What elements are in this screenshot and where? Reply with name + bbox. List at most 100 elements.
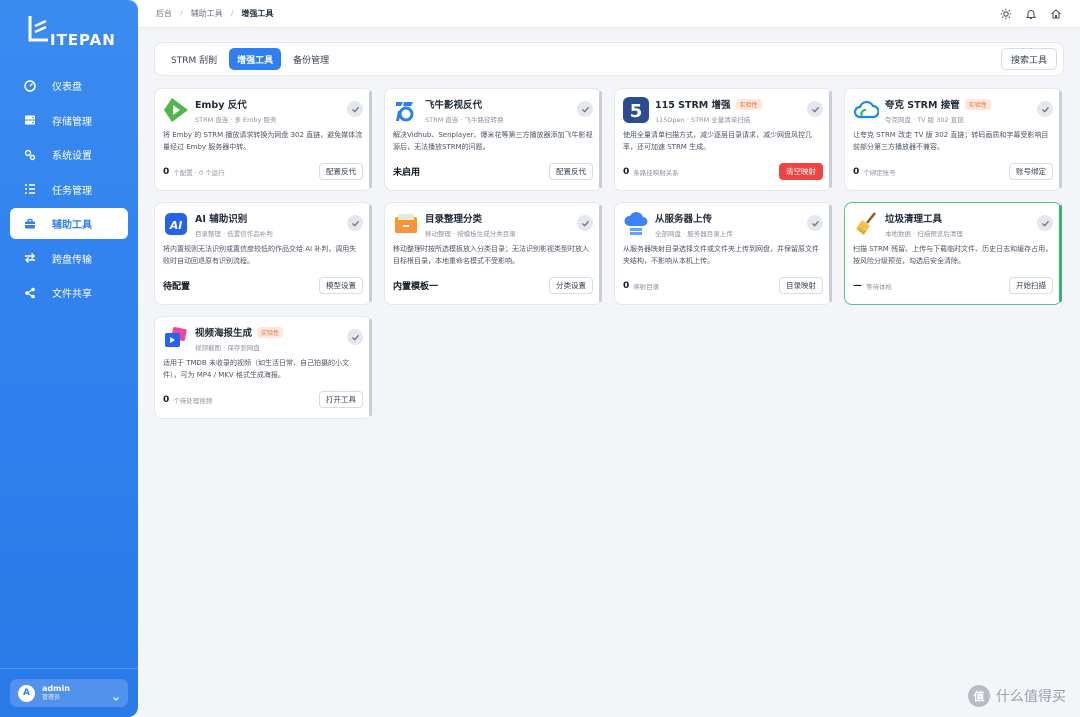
card-header: Emby 反代 STRM 直连 · 多 Emby 服务 <box>163 97 363 124</box>
card-action-button[interactable]: 开始扫描 <box>1009 277 1053 294</box>
card-action-button[interactable]: 目录映射 <box>779 277 823 294</box>
sidebar-nav: 仪表盘 存储管理 系统设置 任务管理 辅助工具 跨盘传输 文件共享 <box>10 70 128 312</box>
sidebar-item-label: 跨盘传输 <box>52 254 92 266</box>
card-description: 扫描 STRM 残留、上传与下载临时文件、历史日志和缓存占用，按风险分级预览，勾… <box>853 245 1053 265</box>
card-footer: 0 个待处理视频 打开工具 <box>163 391 363 408</box>
tool-card[interactable]: 视频海报生成 实验性 视频截图 · 保存到网盘 适用于 TMDB 未收录的视频（如生活… <box>154 316 372 419</box>
check-icon[interactable] <box>1037 101 1053 117</box>
user-name: admin <box>42 684 70 693</box>
card-count-label: 等待体检 <box>866 282 892 291</box>
avatar: A <box>18 684 35 702</box>
check-icon[interactable] <box>577 101 593 117</box>
tool-card[interactable]: Emby 反代 STRM 直连 · 多 Emby 服务将 Emby 的 STRM … <box>154 88 372 191</box>
search-tools-button[interactable]: 搜索工具 <box>1000 48 1057 70</box>
sidebar-item-settings[interactable]: 系统设置 <box>10 139 128 170</box>
card-title: 从服务器上传 <box>655 214 713 225</box>
card-title-row: 视频海报生成 实验性 <box>195 325 284 339</box>
breadcrumb-item[interactable]: 辅助工具 <box>191 8 223 19</box>
card-heading: 从服务器上传全部网盘 · 服务器目录上传 <box>655 211 733 238</box>
check-icon[interactable] <box>577 215 593 231</box>
tool-card[interactable]: 5 115 STRM 增强 实验性 115Open · STRM 全量清单扫描使用全量… <box>614 88 832 191</box>
tab-strm-scrape[interactable]: STRM 刮削 <box>163 48 225 70</box>
sidebar-item-tasks[interactable]: 任务管理 <box>10 174 128 205</box>
tool-card[interactable]: 垃圾清理工具 本地数据 · 扫描预览后清理扫描 STRM 残留、上传与下载临时文件… <box>844 202 1062 305</box>
card-footer: 0 个配置 · 0 个运行 配置反代 <box>163 163 363 180</box>
card-title-row: Emby 反代 <box>195 97 277 111</box>
card-title-row: 飞牛影视反代 <box>425 97 504 111</box>
card-title-row: 夸克 STRM 接管 实验性 <box>885 97 991 111</box>
logo-mark-icon <box>28 16 48 42</box>
card-subtitle: 全部网盘 · 服务器目录上传 <box>655 230 733 238</box>
card-title: Emby 反代 <box>195 100 247 111</box>
breadcrumb: 后台 / 辅助工具 / 增强工具 <box>156 8 273 19</box>
card-subtitle: 本地数据 · 扫描预览后清理 <box>885 230 963 238</box>
card-footer: 0 个绑定账号 账号绑定 <box>853 163 1053 180</box>
card-description: 将 Emby 的 STRM 播放请求转换为网盘 302 直链，避免媒体流量经过 … <box>163 131 363 151</box>
watermark-logo: 值 <box>968 685 990 707</box>
sidebar-item-transfer[interactable]: 跨盘传输 <box>10 243 128 274</box>
experimental-badge: 实验性 <box>964 98 991 110</box>
card-header: 飞牛影视反代 STRM 直连 · 飞牛路径转换 <box>393 97 593 124</box>
check-icon[interactable] <box>807 215 823 231</box>
card-description: 从服务器映射目录选择文件或文件夹上传到网盘，并保留原文件夹结构，不影响从本机上传… <box>623 245 819 265</box>
card-header: 夸克 STRM 接管 实验性 夸克网盘 · TV 版 302 直链 <box>853 97 1053 124</box>
card-action-button[interactable]: 配置反代 <box>549 163 593 180</box>
tool-card[interactable]: 目录整理分类 移动整理 · 按模板生成分类目录 移动整理时按所选模板放入分类目录；无… <box>384 202 602 305</box>
tool-card[interactable]: 飞牛影视反代 STRM 直连 · 飞牛路径转换 解决Vidhub、Senplayer… <box>384 88 602 191</box>
sidebar-item-dashboard[interactable]: 仪表盘 <box>10 70 128 101</box>
tab-enhance-tools[interactable]: 增强工具 <box>229 48 282 70</box>
card-title: 视频海报生成 <box>195 328 253 339</box>
card-subtitle: STRM 直连 · 飞牛路径转换 <box>425 116 504 124</box>
sidebar-item-share[interactable]: 文件共享 <box>10 277 128 308</box>
card-header: 垃圾清理工具 本地数据 · 扫描预览后清理 <box>853 211 1053 238</box>
sun-icon[interactable] <box>1000 8 1012 20</box>
experimental-badge: 实验性 <box>257 326 284 338</box>
card-count: 0 <box>163 394 170 405</box>
check-icon[interactable] <box>807 101 823 117</box>
experimental-badge: 实验性 <box>735 98 762 110</box>
tool-card[interactable]: AI AI 辅助识别 目录整理 · 低置信作品补判 将内置规则无法识别或置信度较低的作… <box>154 202 372 305</box>
card-description: 适用于 TMDB 未收录的视频（如生活日常、自己拍摄的小文件），可为 MP4 /… <box>163 359 349 379</box>
top-bar: 后台 / 辅助工具 / 增强工具 <box>138 0 1080 28</box>
bell-icon[interactable] <box>1025 8 1037 20</box>
card-header: 5 115 STRM 增强 实验性 115Open · STRM 全量清单扫描 <box>623 97 823 124</box>
card-heading: 夸克 STRM 接管 实验性 夸克网盘 · TV 版 302 直链 <box>885 97 991 124</box>
card-header: 目录整理分类 移动整理 · 按模板生成分类目录 <box>393 211 593 238</box>
watermark: 值 什么值得买 <box>968 685 1066 707</box>
card-description: 让夸克 STRM 改走 TV 版 302 直链；转码画质和字幕受影响目前部分第三… <box>853 131 1049 151</box>
sidebar-divider <box>0 668 138 669</box>
sidebar-item-tools[interactable]: 辅助工具 <box>10 208 128 239</box>
sidebar: ITEPAN 仪表盘 存储管理 系统设置 任务管理 辅助工具 跨盘传输 文件共享… <box>0 0 138 717</box>
card-title: 夸克 STRM 接管 <box>885 100 960 111</box>
tool-tabs: STRM 刮削 增强工具 备份管理 搜索工具 <box>154 42 1064 76</box>
home-icon[interactable] <box>1050 8 1062 20</box>
breadcrumb-item[interactable]: 后台 <box>156 8 172 19</box>
breadcrumb-separator: / <box>180 9 183 18</box>
check-icon[interactable] <box>347 329 363 345</box>
card-description: 使用全量清单扫描方式，减少逐层目录请求，减少网盘风控几率，还可加速 STRM 生… <box>623 131 812 151</box>
card-action-button[interactable]: 配置反代 <box>319 163 363 180</box>
poster-icon <box>163 325 189 351</box>
check-icon[interactable] <box>347 101 363 117</box>
brand-logo[interactable]: ITEPAN <box>26 14 116 50</box>
check-icon[interactable] <box>1037 215 1053 231</box>
card-action-button[interactable]: 打开工具 <box>319 391 363 408</box>
card-footer: 0 映射目录 目录映射 <box>623 277 823 294</box>
tab-backup[interactable]: 备份管理 <box>285 48 337 70</box>
sidebar-item-label: 存储管理 <box>52 116 92 128</box>
card-heading: Emby 反代 STRM 直连 · 多 Emby 服务 <box>195 97 277 124</box>
card-action-button[interactable]: 分类设置 <box>549 277 593 294</box>
sidebar-item-storage[interactable]: 存储管理 <box>10 105 128 136</box>
user-menu[interactable]: A admin 管理员 <box>10 679 128 707</box>
ai-icon: AI <box>163 211 189 237</box>
card-subtitle: 夸克网盘 · TV 版 302 直链 <box>885 116 964 124</box>
card-action-button[interactable]: 清空映射 <box>779 163 823 180</box>
card-footer: 0 条路径映射关系 清空映射 <box>623 163 823 180</box>
settings-icon <box>24 149 36 161</box>
card-title-row: 115 STRM 增强 实验性 <box>655 97 762 111</box>
check-icon[interactable] <box>347 215 363 231</box>
card-action-button[interactable]: 模型设置 <box>319 277 363 294</box>
tool-card[interactable]: 夸克 STRM 接管 实验性 夸克网盘 · TV 版 302 直链 让夸克 STRM … <box>844 88 1062 191</box>
card-action-button[interactable]: 账号绑定 <box>1009 163 1053 180</box>
tool-card[interactable]: 从服务器上传全部网盘 · 服务器目录上传从服务器映射目录选择文件或文件夹上传到网… <box>614 202 832 305</box>
